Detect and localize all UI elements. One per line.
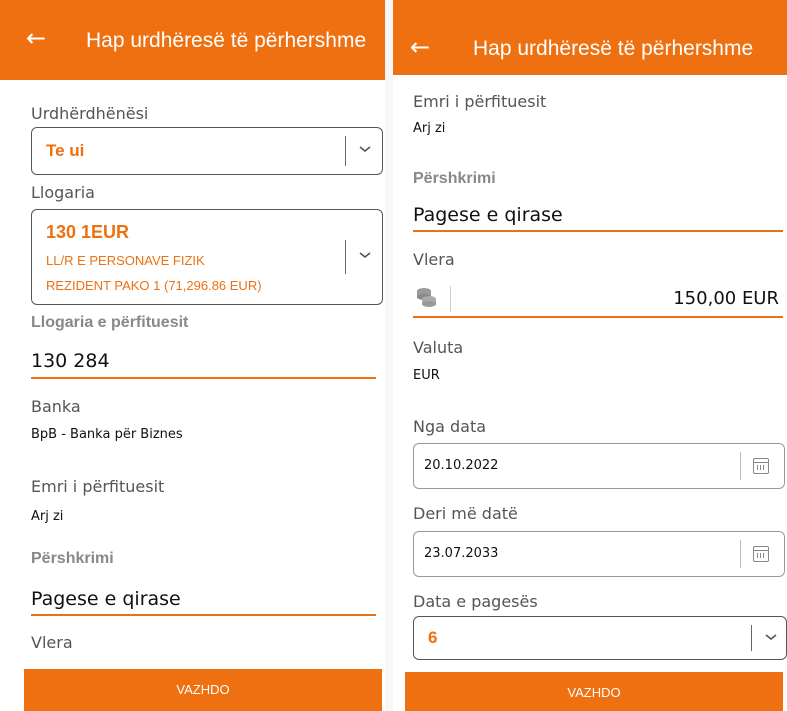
- app-bar: ← Hap urdhëresë të përhershme: [393, 0, 787, 75]
- continue-button[interactable]: VAZHDO: [24, 669, 382, 711]
- input-underline: [31, 614, 376, 616]
- from-date-value: 20.10.2022: [424, 458, 499, 473]
- continue-button[interactable]: VAZHDO: [405, 672, 783, 711]
- beneficiary-name-label: Emri i përfituesit: [413, 92, 547, 111]
- app-bar: ← Hap urdhëresë të përhershme: [0, 0, 385, 80]
- left-screen: ← Hap urdhëresë të përhershme Urdhërdhën…: [0, 0, 385, 711]
- coins-icon: [417, 288, 436, 307]
- payer-select[interactable]: Te ui: [31, 127, 383, 175]
- input-underline: [31, 377, 376, 379]
- beneficiary-account-input[interactable]: 130 284: [31, 350, 110, 372]
- back-arrow-icon[interactable]: ←: [410, 33, 430, 61]
- select-separator: [345, 240, 346, 274]
- description-label: Përshkrimi: [31, 550, 114, 567]
- account-label: Llogaria: [31, 183, 95, 202]
- description-label: Përshkrimi: [413, 170, 496, 187]
- beneficiary-name-label: Emri i përfituesit: [31, 477, 165, 496]
- chevron-down-icon: [359, 146, 371, 152]
- back-arrow-icon[interactable]: ←: [26, 24, 46, 52]
- select-separator: [751, 625, 752, 651]
- calendar-icon[interactable]: [753, 458, 769, 474]
- page-title: Hap urdhëresë të përhershme: [86, 29, 367, 52]
- payer-value: Te ui: [46, 141, 85, 160]
- payer-label: Urdhërdhënësi: [31, 104, 149, 123]
- amount-label: Vlera: [413, 250, 455, 269]
- chevron-down-icon: [359, 252, 371, 258]
- currency-value: EUR: [413, 368, 440, 383]
- chevron-down-icon: [765, 634, 777, 640]
- description-input[interactable]: Pagese e qirase: [31, 588, 181, 610]
- account-type: LL/R E PERSONAVE FIZIK: [46, 253, 205, 268]
- page-title: Hap urdhëresë të përhershme: [473, 37, 754, 60]
- input-underline: [413, 316, 783, 318]
- beneficiary-account-label: Llogaria e përfituesit: [31, 314, 189, 331]
- payment-day-select[interactable]: 6: [413, 616, 787, 660]
- bank-label: Banka: [31, 397, 81, 416]
- to-date-value: 23.07.2033: [424, 546, 499, 561]
- payment-day-label: Data e pagesës: [413, 592, 538, 611]
- description-input[interactable]: Pagese e qirase: [413, 204, 563, 226]
- select-separator: [345, 136, 346, 166]
- calendar-icon[interactable]: [753, 546, 769, 562]
- payment-day-value: 6: [428, 628, 438, 647]
- account-number: 130 1EUR: [46, 222, 130, 242]
- right-screen: ← Hap urdhëresë të përhershme Emri i për…: [393, 0, 787, 711]
- amount-input[interactable]: 150,00 EUR: [673, 288, 779, 309]
- to-date-field[interactable]: 23.07.2033: [413, 531, 785, 577]
- account-package: REZIDENT PAKO 1 (71,296.86 EUR): [46, 278, 262, 293]
- input-underline: [413, 230, 783, 232]
- account-select[interactable]: 130 1EUR LL/R E PERSONAVE FIZIK REZIDENT…: [31, 209, 383, 305]
- currency-label: Valuta: [413, 338, 464, 357]
- beneficiary-name-value: Arj zi: [413, 121, 446, 136]
- bank-value: BpB - Banka për Biznes: [31, 427, 183, 442]
- to-date-label: Deri më datë: [413, 504, 518, 523]
- from-date-field[interactable]: 20.10.2022: [413, 443, 785, 489]
- date-separator: [740, 452, 741, 480]
- amount-label: Vlera: [31, 633, 73, 652]
- from-date-label: Nga data: [413, 417, 487, 436]
- amount-separator: [450, 286, 451, 312]
- date-separator: [740, 540, 741, 568]
- panel-divider: [385, 0, 393, 711]
- beneficiary-name-value: Arj zi: [31, 509, 64, 524]
